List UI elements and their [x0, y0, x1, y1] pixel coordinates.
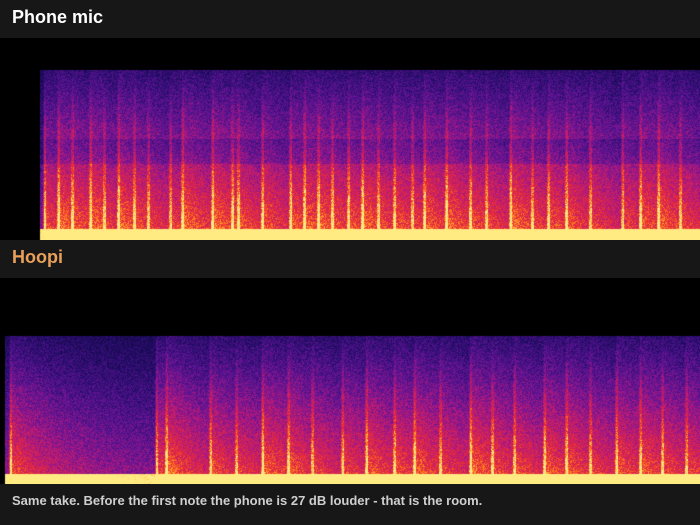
caption-bar: Same take. Before the first note the pho… [0, 484, 700, 525]
phone-mic-title: Phone mic [12, 7, 104, 27]
hoopi-header: Hoopi [0, 240, 700, 278]
phone-mic-header: Phone mic [0, 0, 700, 38]
hoopi-spectrogram [0, 278, 700, 484]
caption-text: Same take. Before the first note the pho… [12, 493, 483, 508]
hoopi-title: Hoopi [12, 247, 63, 267]
phone-mic-spectrogram [0, 38, 700, 240]
